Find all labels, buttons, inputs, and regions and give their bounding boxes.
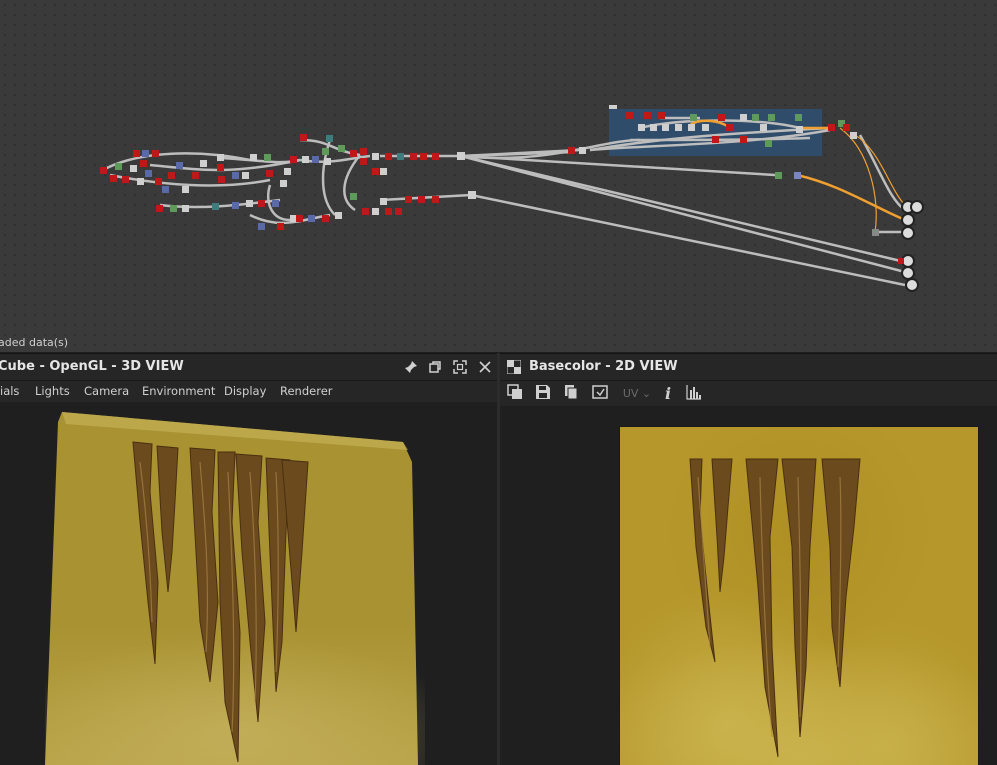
copy-icon[interactable] [505,384,525,404]
menu-renderer[interactable]: Renderer [280,384,333,398]
info-icon[interactable]: i [658,384,678,404]
view-2d-title: Basecolor - 2D VIEW [529,359,678,374]
restore-icon[interactable] [427,360,443,376]
menu-lights[interactable]: Lights [35,384,70,398]
menu-display[interactable]: Display [224,384,266,398]
refresh-icon[interactable] [591,384,611,404]
view-2d-panel: Basecolor - 2D VIEW UV ⌄ i [500,353,997,765]
close-icon[interactable] [477,360,493,376]
view-3d-menubar: ials Lights Camera Environment Display R… [0,380,497,403]
node-graph-svg [100,105,924,292]
uv-dropdown[interactable]: UV ⌄ [620,384,654,404]
maximize-icon[interactable] [452,360,468,376]
view-2d-toolbar: UV ⌄ i [500,380,997,407]
menu-environment[interactable]: Environment [142,384,215,398]
viewport-3d[interactable] [0,402,497,765]
graph-frame[interactable] [609,109,822,156]
pin-icon[interactable] [403,360,419,376]
checker-icon [506,359,522,376]
menu-camera[interactable]: Camera [84,384,129,398]
basecolor-texture [619,426,979,765]
view-3d-titlebar: Cube - OpenGL - 3D VIEW [0,353,497,381]
graph-status-text: aded data(s) [0,336,69,349]
chevron-down-icon: ⌄ [641,387,652,400]
menu-materials[interactable]: ials [0,384,19,398]
save-icon[interactable] [533,384,553,404]
graph-frame-tab [609,105,617,109]
texture-drips [620,458,978,765]
viewport-2d[interactable] [500,406,997,765]
duplicate-icon[interactable] [561,384,581,404]
histogram-icon[interactable] [684,384,704,404]
view-3d-title: Cube - OpenGL - 3D VIEW [0,359,184,374]
view-3d-panel: Cube - OpenGL - 3D VIEW ials Lights Came… [0,353,497,765]
cube-render [45,412,425,765]
view-2d-titlebar: Basecolor - 2D VIEW [500,353,997,381]
output-nodes[interactable] [898,200,924,292]
node-graph-canvas[interactable]: aded data(s) [0,0,997,352]
uv-label: UV [622,387,639,400]
